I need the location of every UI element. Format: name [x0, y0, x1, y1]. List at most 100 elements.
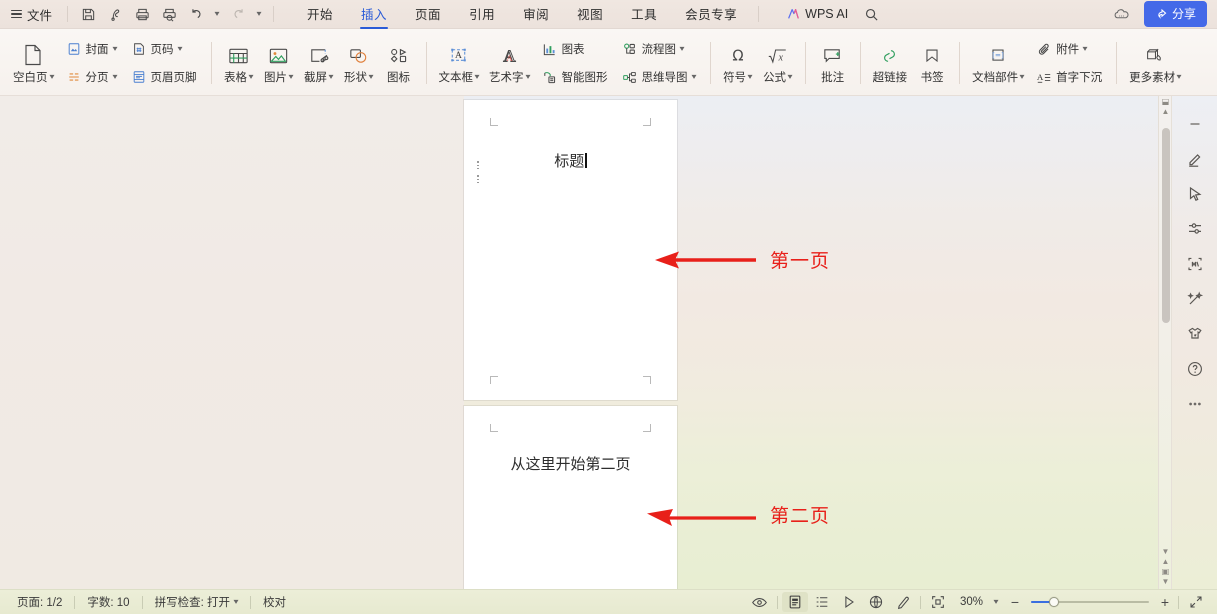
tab-reference[interactable]: 引用: [455, 1, 509, 27]
scrollbar-thumb[interactable]: [1161, 128, 1170, 323]
shape-button[interactable]: 形状 ▾: [339, 33, 379, 93]
document-scan-icon[interactable]: [1180, 250, 1210, 278]
help-circle-icon[interactable]: [1180, 355, 1210, 383]
scroll-next-page-icon[interactable]: ▲: [1162, 558, 1170, 566]
picture-button[interactable]: 图片 ▾: [259, 33, 299, 93]
scroll-bottom-controls[interactable]: ▼ ▲ ▣ ▼: [1160, 548, 1171, 586]
undo-dropdown-caret-icon[interactable]: ▾: [210, 3, 224, 26]
search-icon[interactable]: [858, 3, 884, 26]
style-shirt-icon[interactable]: [1180, 320, 1210, 348]
select-cursor-icon[interactable]: [1180, 180, 1210, 208]
bookmark-button[interactable]: 书签: [912, 33, 952, 93]
mindmap-button[interactable]: 思维导图 ▾: [617, 65, 701, 90]
ribbon-group-comment: 批注: [813, 31, 853, 95]
scroll-prev-page-icon[interactable]: ▲: [1162, 108, 1170, 116]
paperclip-icon: [1036, 41, 1052, 57]
flowchart-button[interactable]: 流程图 ▾: [617, 37, 701, 62]
page-break-button[interactable]: 分页 ▾: [61, 65, 122, 90]
zoom-slider-knob[interactable]: [1049, 597, 1059, 607]
doc-parts-button[interactable]: [=] 文档部件 ▾: [967, 33, 1029, 93]
highlight-pen-icon[interactable]: [890, 592, 916, 612]
comment-label: 批注: [821, 72, 845, 84]
undo-icon[interactable]: [183, 3, 209, 26]
table-button[interactable]: 表格 ▾: [219, 33, 259, 93]
redo-icon[interactable]: [225, 3, 251, 26]
fit-page-icon[interactable]: [925, 592, 951, 612]
tab-review[interactable]: 审阅: [509, 1, 563, 27]
page-number-button[interactable]: 页码 ▾: [126, 37, 202, 62]
attachment-button[interactable]: 附件 ▾: [1031, 37, 1107, 62]
file-menu-button[interactable]: 文件: [6, 3, 60, 26]
vertical-scrollbar[interactable]: ⬓ ▲ ▼ ▲ ▣ ▼: [1158, 96, 1171, 589]
quick-access-customize-icon[interactable]: ▾: [252, 3, 266, 26]
comment-button[interactable]: 批注: [813, 33, 853, 93]
blank-page-button[interactable]: 空白页 ▾: [8, 33, 59, 93]
textbox-label: 文本框 ▾: [438, 72, 480, 84]
blank-page-icon: [22, 41, 44, 67]
page-layout-view-icon[interactable]: [781, 592, 808, 612]
scroll-page-down-icon[interactable]: ▼: [1162, 578, 1170, 586]
select-browse-object-icon[interactable]: ▣: [1162, 568, 1170, 576]
more-material-button[interactable]: 更多素材 ▾: [1124, 33, 1186, 93]
cloud-status-icon[interactable]: [1110, 2, 1134, 26]
zoom-dropdown-caret-icon[interactable]: ▾: [987, 592, 1005, 612]
word-count-indicator[interactable]: 字数: 10: [78, 592, 138, 612]
scroll-up-arrow-icon[interactable]: ⬓: [1162, 98, 1170, 106]
page-break-label: 分页: [85, 72, 109, 84]
chart-button[interactable]: 图表: [537, 37, 613, 62]
spellcheck-indicator[interactable]: 拼写检查: 打开 ▾: [146, 592, 247, 612]
reading-play-icon[interactable]: [836, 592, 862, 612]
tab-start[interactable]: 开始: [293, 1, 347, 27]
tab-member[interactable]: 会员专享: [671, 1, 751, 27]
drop-cap-button[interactable]: A 首字下沉: [1031, 65, 1107, 90]
more-options-icon[interactable]: [1180, 390, 1210, 418]
print-preview-icon[interactable]: [156, 3, 182, 26]
header-footer-button[interactable]: 页眉页脚: [126, 65, 202, 90]
document-title-text[interactable]: 标题: [464, 150, 677, 171]
page-indicator[interactable]: 页面: 1/2: [8, 592, 71, 612]
print-icon[interactable]: [129, 3, 155, 26]
icon-button[interactable]: 图标: [379, 33, 419, 93]
eye-focus-icon[interactable]: [747, 592, 773, 612]
formula-button[interactable]: x 公式 ▾: [758, 33, 798, 93]
save-icon[interactable]: [75, 3, 101, 26]
status-separator-4: [776, 595, 778, 609]
zoom-in-button[interactable]: +: [1156, 594, 1174, 610]
textbox-button[interactable]: A 文本框 ▾: [434, 33, 485, 93]
document-page-1[interactable]: 标题: [464, 100, 677, 400]
outline-view-icon[interactable]: [809, 592, 835, 612]
ribbon-group-illustrations: 表格 ▾ 图片 ▾ 截屏 ▾ 形状 ▾ 图标: [219, 31, 419, 95]
web-layout-icon[interactable]: [863, 592, 889, 612]
zoom-level-value[interactable]: 30%: [952, 596, 986, 608]
page2-body-text[interactable]: 从这里开始第二页: [464, 453, 677, 474]
magic-wand-icon[interactable]: [1180, 285, 1210, 313]
cover-button[interactable]: 封面 ▾: [61, 37, 122, 62]
tab-insert[interactable]: 插入: [347, 1, 401, 29]
wordart-button[interactable]: A A 艺术字 ▾: [484, 33, 535, 93]
tab-page[interactable]: 页面: [401, 1, 455, 27]
zoom-out-button[interactable]: −: [1006, 594, 1024, 610]
share-button[interactable]: 分享: [1143, 1, 1207, 27]
tab-view[interactable]: 视图: [563, 1, 617, 27]
hyperlink-button[interactable]: 超链接: [868, 33, 913, 93]
wps-ai-button[interactable]: WPS AI: [780, 5, 854, 23]
proofread-button[interactable]: 校对: [254, 592, 295, 612]
collapse-icon[interactable]: [1180, 110, 1210, 138]
page-number-label: 页码: [150, 44, 174, 56]
wordart-icon: A A: [498, 41, 521, 67]
tab-tools[interactable]: 工具: [617, 1, 671, 27]
margin-mark-bottom-right: [643, 376, 651, 384]
smartart-button[interactable]: 智能图形: [537, 65, 613, 90]
expand-icon[interactable]: [1183, 592, 1209, 612]
zoom-slider[interactable]: [1031, 595, 1149, 609]
pen-edit-icon[interactable]: [1180, 145, 1210, 173]
screenshot-button[interactable]: 截屏 ▾: [299, 33, 339, 93]
cloud-sync-icon[interactable]: [102, 3, 128, 26]
spellcheck-dropdown-caret-icon[interactable]: ▾: [233, 598, 238, 606]
scroll-top-controls[interactable]: ⬓ ▲: [1160, 98, 1171, 116]
titlebar-divider-1: [67, 6, 69, 22]
formula-label: 公式 ▾: [763, 72, 793, 84]
scroll-down-arrow-icon[interactable]: ▼: [1162, 548, 1170, 556]
symbol-button[interactable]: Ω 符号 ▾: [718, 33, 758, 93]
settings-sliders-icon[interactable]: [1180, 215, 1210, 243]
